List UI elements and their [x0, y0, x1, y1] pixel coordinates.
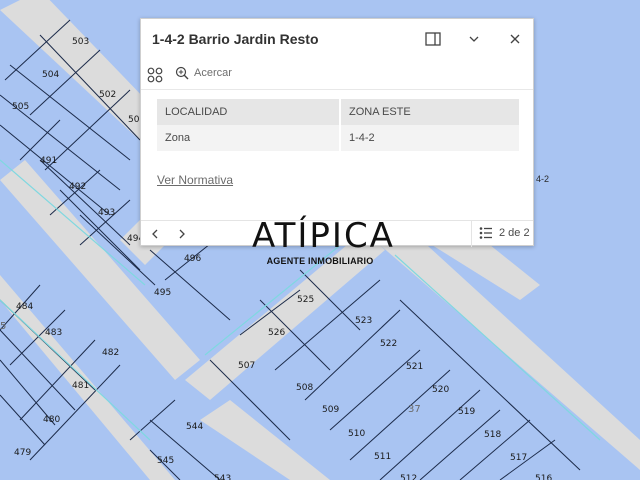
lot-label: 512	[400, 474, 417, 480]
lot-label: 480	[43, 415, 60, 425]
lot-label: 544	[186, 422, 203, 432]
lot-label: 520	[432, 385, 449, 395]
table-header-row: LOCALIDAD ZONA ESTE	[157, 99, 519, 125]
popup-header: 1-4-2 Barrio Jardin Resto	[141, 19, 533, 59]
popup-toolbar: Acercar	[141, 63, 533, 87]
zoom-to-button[interactable]: Acercar	[175, 66, 232, 80]
ver-normativa-link[interactable]: Ver Normativa	[157, 173, 233, 187]
lot-label: 502	[99, 90, 116, 100]
lot-label: 503	[72, 37, 89, 47]
dock-icon	[425, 32, 441, 46]
lot-label: 505	[12, 102, 29, 112]
lot-label: 507	[238, 361, 255, 371]
lot-label: 495	[154, 288, 171, 298]
feature-list-button[interactable]: 2 de 2	[479, 226, 530, 240]
lot-label: 484	[16, 302, 33, 312]
zoom-in-icon	[175, 66, 189, 80]
lot-label: 483	[45, 328, 62, 338]
lot-label: 509	[322, 405, 339, 415]
lot-label: 521	[406, 362, 423, 372]
close-icon	[510, 34, 520, 44]
lot-label: 481	[72, 381, 89, 391]
lot-label: 510	[348, 429, 365, 439]
map-side-label: 4-2	[536, 174, 550, 184]
next-feature-button[interactable]	[177, 227, 187, 245]
collapse-button[interactable]	[464, 29, 484, 49]
lot-label: 511	[374, 452, 391, 462]
lot-label: 526	[268, 328, 285, 338]
close-button[interactable]	[505, 29, 525, 49]
chevron-down-icon	[469, 36, 479, 42]
chevron-left-icon	[152, 229, 158, 239]
chevron-right-icon	[179, 229, 185, 239]
lot-label: 517	[510, 453, 527, 463]
lot-label: 516	[535, 474, 552, 480]
pagination-count: 2 de 2	[499, 227, 530, 239]
lot-label: 525	[297, 295, 314, 305]
watermark-logo: ATÍPICA AGENTE INMOBILIARIO	[252, 216, 395, 266]
lot-label: 504	[42, 70, 59, 80]
logo-text: ATÍPICA	[252, 216, 395, 256]
divider	[141, 89, 533, 90]
feature-popup: 1-4-2 Barrio Jardin Resto Acercar LOCALI…	[140, 18, 534, 247]
lot-label: 518	[484, 430, 501, 440]
attribute-table: LOCALIDAD ZONA ESTE Zona 1-4-2	[157, 99, 519, 151]
feature-list-icon	[479, 227, 492, 239]
table-row: Zona 1-4-2	[157, 125, 519, 151]
lot-label: 545	[157, 456, 174, 466]
lot-label: 508	[296, 383, 313, 393]
select-feature-icon	[147, 67, 163, 83]
lot-label: 482	[102, 348, 119, 358]
lot-label: 523	[355, 316, 372, 326]
footer-separator	[471, 221, 472, 247]
previous-feature-button[interactable]	[150, 227, 160, 245]
lot-label: 493	[98, 208, 115, 218]
table-cell: 1-4-2	[340, 125, 519, 151]
lot-label: 496	[184, 254, 201, 264]
block-label: 37	[408, 404, 421, 415]
logo-tagline: AGENTE INMOBILIARIO	[266, 256, 374, 266]
popup-title: 1-4-2 Barrio Jardin Resto	[152, 31, 319, 47]
lot-label: 522	[380, 339, 397, 349]
lot-label: 519	[458, 407, 475, 417]
table-header-cell: ZONA ESTE	[340, 99, 519, 125]
lot-label: 543	[214, 474, 231, 480]
zoom-label: Acercar	[194, 67, 232, 79]
table-header-cell: LOCALIDAD	[157, 99, 341, 125]
table-cell: Zona	[157, 125, 341, 151]
lot-label: 492	[69, 182, 86, 192]
block-label: 5	[0, 321, 6, 332]
select-feature-button[interactable]	[147, 67, 163, 88]
lot-label: 479	[14, 448, 31, 458]
dock-button[interactable]	[423, 29, 443, 49]
lot-label: 491	[40, 156, 57, 166]
